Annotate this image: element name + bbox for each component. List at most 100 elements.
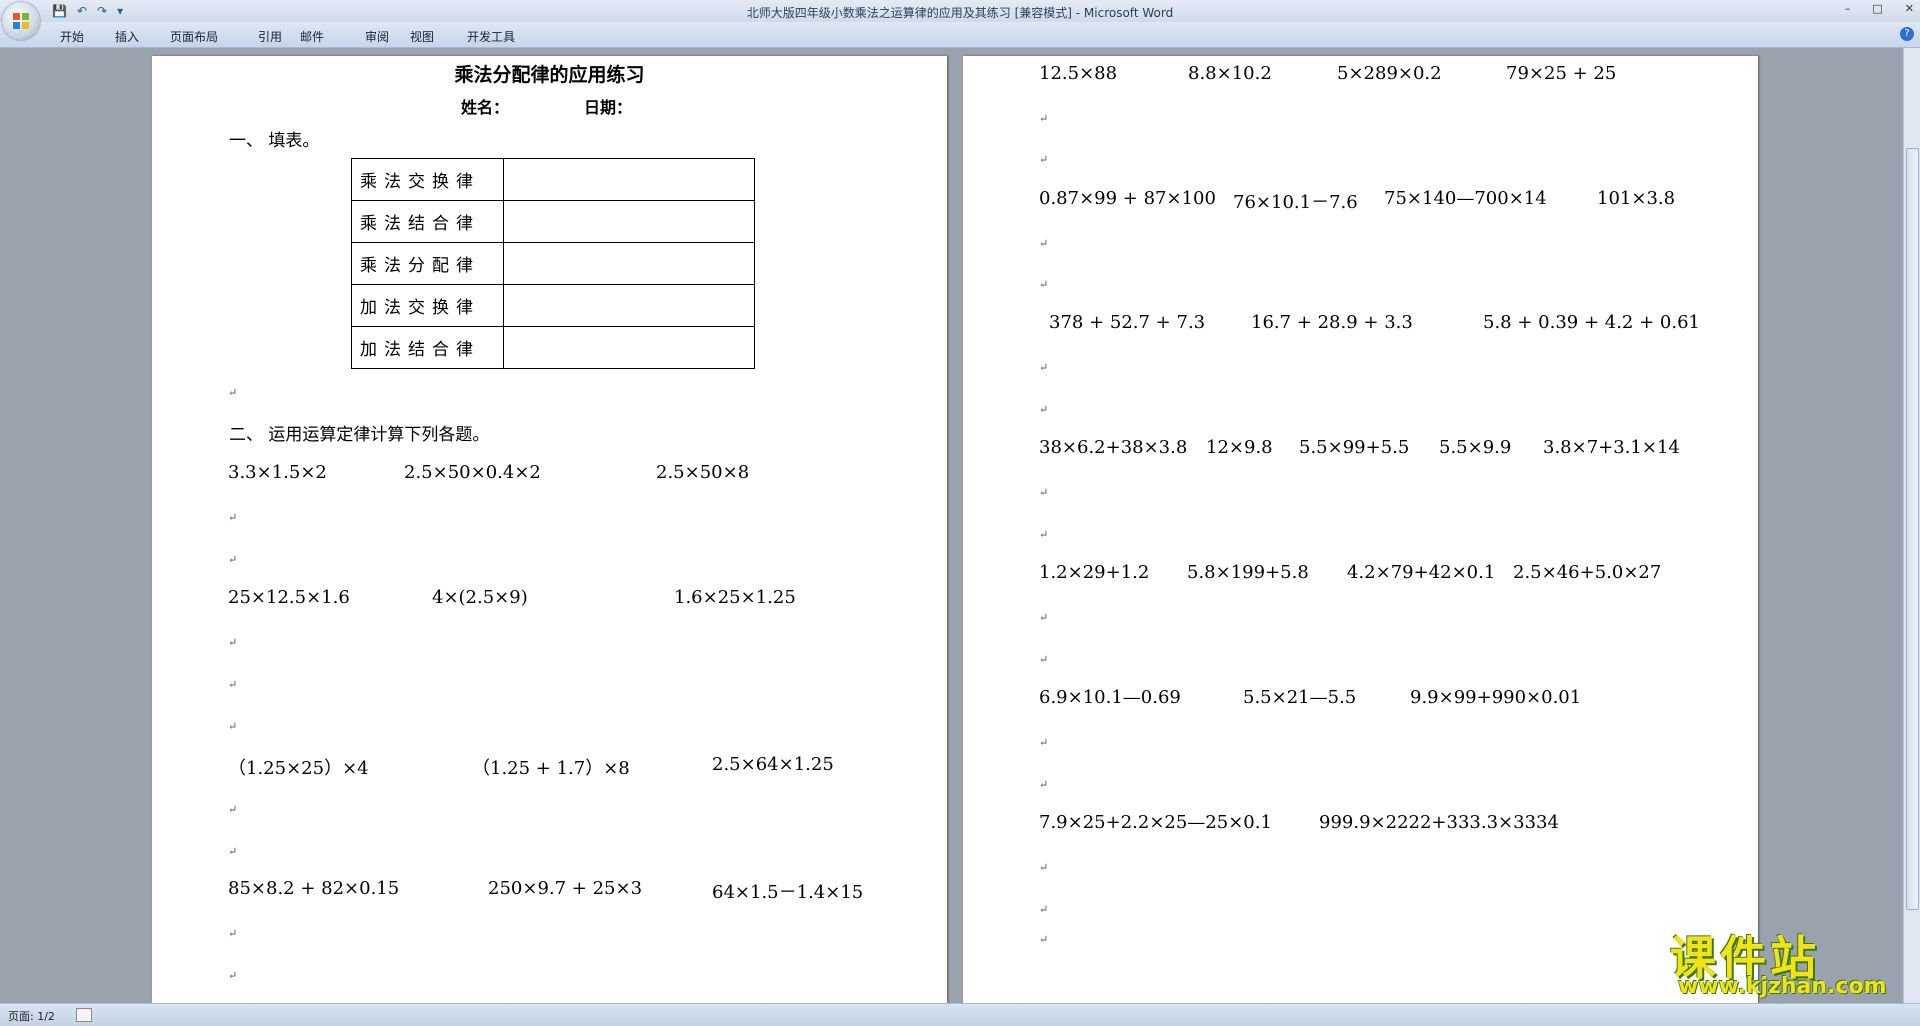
law-label: 加法交换律 [351, 284, 504, 327]
paragraph-mark: ↵ [228, 969, 238, 982]
paragraph-mark: ↵ [228, 845, 238, 858]
paragraph-mark: ↵ [228, 803, 238, 816]
name-label: 姓名： [461, 98, 510, 117]
law-answer-cell[interactable] [503, 242, 755, 285]
expression: 12.5×88 [1039, 63, 1118, 84]
expression: 79×25 + 25 [1506, 63, 1617, 84]
paragraph-mark: ↵ [1039, 933, 1049, 946]
ribbon: 开始 插入 页面布局 引用 邮件 审阅 视图 开发工具 ? [0, 22, 1920, 48]
expression: 5.8 + 0.39 + 4.2 + 0.61 [1483, 312, 1700, 333]
law-label: 乘法结合律 [351, 200, 504, 243]
expression: 378 + 52.7 + 7.3 [1049, 312, 1206, 333]
title-bar: 💾 ↶ ↷ ▾ 北师大版四年级小数乘法之运算律的应用及其练习 [兼容模式] - … [0, 0, 1920, 22]
law-answer-cell[interactable] [503, 158, 755, 201]
paragraph-mark: ↵ [1039, 653, 1049, 666]
expression: 5.5×9.9 [1439, 437, 1512, 458]
law-answer-cell[interactable] [503, 326, 755, 369]
expression: 8.8×10.2 [1188, 63, 1272, 84]
expression: 38×6.2+38×3.8 [1039, 437, 1188, 458]
page-right: 12.5×88 8.8×10.2 5×289×0.2 79×25 + 25 ↵ … [963, 56, 1758, 1003]
watermark-url: www.kjzhan.com [1678, 974, 1887, 999]
expression: 16.7 + 28.9 + 3.3 [1251, 312, 1413, 333]
paragraph-mark: ↵ [1039, 237, 1049, 250]
office-button[interactable] [2, 2, 40, 40]
expression: 2.5×50×8 [656, 462, 750, 483]
expression: 85×8.2 + 82×0.15 [228, 878, 400, 899]
expression: （1.25 + 1.7）×8 [472, 758, 630, 779]
expression: 5×289×0.2 [1337, 63, 1442, 84]
watermark-logo: 课件站 www.kjzhan.com [1670, 922, 1900, 1002]
expression: 5.5×99+5.5 [1299, 437, 1410, 458]
tab-insert[interactable]: 插入 [115, 28, 170, 45]
expression: 1.2×29+1.2 [1039, 562, 1150, 583]
paragraph-mark: ↵ [1039, 528, 1049, 541]
expression: 999.9×2222+333.3×3334 [1319, 812, 1559, 833]
expression: 5.8×199+5.8 [1187, 562, 1309, 583]
expression: 2.5×64×1.25 [712, 754, 834, 775]
proofing-icon[interactable] [76, 1008, 92, 1022]
minimize-button[interactable]: – [1845, 2, 1851, 15]
tab-home[interactable]: 开始 [60, 28, 115, 45]
paragraph-mark: ↵ [1039, 611, 1049, 624]
section-1-heading: 一、 填表。 [229, 131, 320, 151]
page-indicator[interactable]: 页面: 1/2 [8, 1008, 55, 1024]
expression: 2.5×50×0.4×2 [404, 462, 541, 483]
expression: （1.25×25）×4 [228, 758, 369, 779]
paragraph-mark: ↵ [1039, 112, 1049, 125]
paragraph-mark: ↵ [1039, 778, 1049, 791]
expression: 6.9×10.1—0.69 [1039, 687, 1181, 708]
expression: 101×3.8 [1597, 188, 1676, 209]
laws-table: 乘法交换律 乘法结合律 乘法分配律 加法交换律 加法结合律 [351, 158, 755, 369]
expression: 3.8×7+3.1×14 [1543, 437, 1680, 458]
help-icon[interactable]: ? [1900, 27, 1914, 41]
paragraph-mark: ↵ [1039, 153, 1049, 166]
section-2-heading: 二、 运用运算定律计算下列各题。 [229, 425, 490, 445]
expression: 25×12.5×1.6 [228, 587, 350, 608]
maximize-button[interactable]: □ [1872, 2, 1882, 15]
law-label: 乘法分配律 [351, 242, 504, 285]
office-logo-icon [13, 13, 29, 29]
tab-references[interactable]: 引用 [258, 28, 300, 45]
paragraph-mark: ↵ [1039, 278, 1049, 291]
expression: 9.9×99+990×0.01 [1410, 687, 1582, 708]
tab-page-layout[interactable]: 页面布局 [170, 28, 258, 45]
paragraph-mark: ↵ [228, 636, 238, 649]
date-label: 日期： [584, 98, 633, 117]
tab-developer[interactable]: 开发工具 [467, 28, 537, 45]
paragraph-mark: ↵ [228, 553, 238, 566]
paragraph-mark: ↵ [1039, 903, 1049, 916]
expression: 0.87×99 + 87×100 [1039, 188, 1216, 209]
paragraph-mark: ↵ [228, 720, 238, 733]
status-bar: 页面: 1/2 [0, 1003, 1920, 1026]
document-title: 乘法分配律的应用练习 [454, 64, 645, 86]
page-left: 乘法分配律的应用练习 姓名： 日期： 一、 填表。 乘法交换律 乘法结合律 乘法… [152, 56, 947, 1003]
expression: 12×9.8 [1206, 437, 1273, 458]
law-label: 加法结合律 [351, 326, 504, 369]
expression: 75×140—700×14 [1384, 188, 1547, 209]
paragraph-mark: ↵ [1039, 486, 1049, 499]
expression: 7.9×25+2.2×25—25×0.1 [1039, 812, 1272, 833]
window-title: 北师大版四年级小数乘法之运算律的应用及其练习 [兼容模式] - Microsof… [746, 6, 1174, 20]
paragraph-mark: ↵ [1039, 736, 1049, 749]
paragraph-mark: ↵ [228, 927, 238, 940]
law-answer-cell[interactable] [503, 284, 755, 327]
expression: 64×1.5－1.4×15 [712, 882, 864, 903]
close-button[interactable]: ✕ [1905, 2, 1914, 15]
expression: 5.5×21—5.5 [1243, 687, 1357, 708]
paragraph-mark: ↵ [1039, 361, 1049, 374]
paragraph-mark: ↵ [1039, 403, 1049, 416]
expression: 4.2×79+42×0.1 [1347, 562, 1496, 583]
vertical-scrollbar[interactable] [1903, 48, 1920, 1003]
expression: 2.5×46+5.0×27 [1513, 562, 1662, 583]
tab-mailings[interactable]: 邮件 [300, 28, 365, 45]
tab-view[interactable]: 视图 [410, 28, 467, 45]
expression: 3.3×1.5×2 [228, 462, 327, 483]
tab-review[interactable]: 审阅 [365, 28, 410, 45]
paragraph-mark: ↵ [228, 511, 238, 524]
expression: 4×(2.5×9) [432, 587, 528, 608]
expression: 250×9.7 + 25×3 [488, 878, 643, 899]
law-answer-cell[interactable] [503, 200, 755, 243]
paragraph-mark: ↵ [1039, 861, 1049, 874]
scrollbar-thumb[interactable] [1906, 148, 1919, 910]
expression: 76×10.1－7.6 [1233, 192, 1358, 213]
